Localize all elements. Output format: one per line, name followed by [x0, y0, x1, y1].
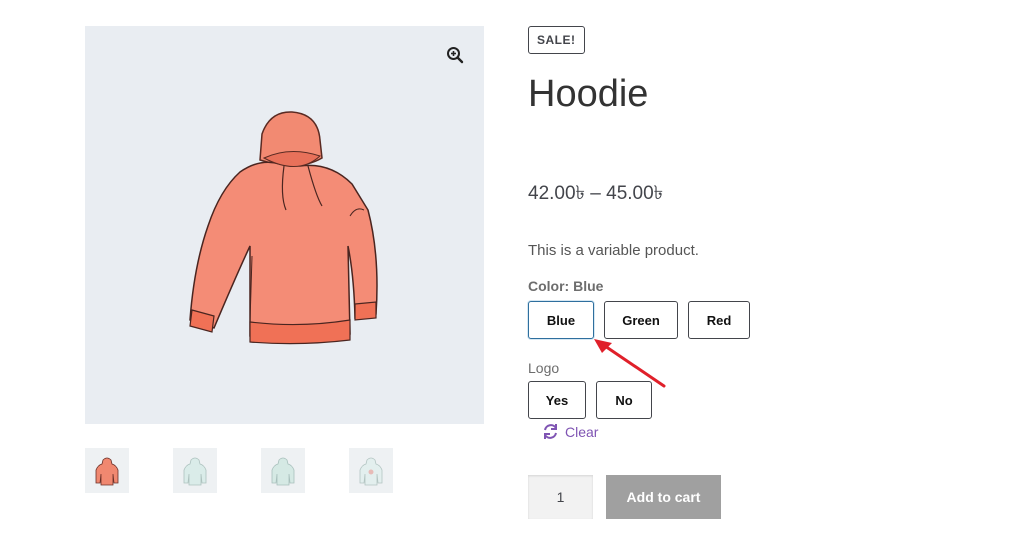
color-swatches: Blue Green Red	[528, 301, 750, 339]
zoom-in-icon[interactable]	[444, 44, 466, 66]
swatch-green[interactable]: Green	[604, 301, 678, 339]
color-attribute-label: Color: Blue	[528, 278, 603, 294]
swatch-red[interactable]: Red	[688, 301, 750, 339]
color-selected-value: Blue	[573, 278, 604, 294]
hoodie-image[interactable]	[180, 106, 390, 346]
sale-badge: SALE!	[528, 26, 585, 54]
product-gallery	[85, 26, 484, 424]
thumbnail-hoodie-logo[interactable]	[349, 448, 393, 493]
product-description: This is a variable product.	[528, 242, 699, 259]
add-to-cart-button[interactable]: Add to cart	[606, 475, 721, 519]
logo-attribute-label: Logo	[528, 360, 560, 376]
refresh-icon	[544, 424, 557, 439]
product-title: Hoodie	[528, 73, 649, 115]
price-range: 42.00৳ – 45.00৳	[528, 183, 664, 204]
clear-label: Clear	[565, 423, 599, 440]
thumbnail-hoodie-red[interactable]	[85, 448, 129, 493]
thumbnail-hoodie-green[interactable]	[173, 448, 217, 493]
thumbnail-hoodie-green-2[interactable]	[261, 448, 305, 493]
quantity-input[interactable]	[528, 475, 593, 519]
annotation-arrow	[594, 339, 666, 388]
thumbnail-strip	[85, 448, 393, 493]
swatch-logo-yes[interactable]: Yes	[528, 381, 586, 419]
swatch-blue[interactable]: Blue	[528, 301, 594, 339]
color-label: Color:	[528, 278, 570, 294]
clear-selection-link[interactable]: Clear	[542, 423, 598, 440]
